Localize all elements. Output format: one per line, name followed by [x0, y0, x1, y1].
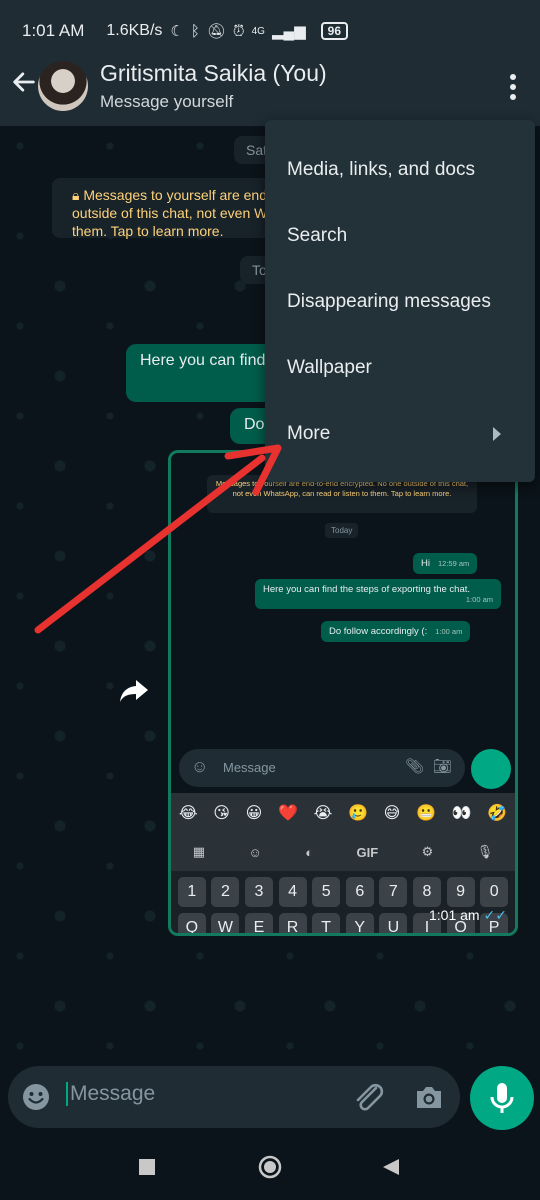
- preview-emoji: 🥲: [347, 805, 368, 822]
- menu-item-label: Media, links, and docs: [287, 159, 475, 180]
- preview-message-time: 1:00 am: [465, 595, 493, 604]
- back-arrow-icon[interactable]: [10, 68, 38, 96]
- preview-emoji: 😬: [415, 805, 436, 822]
- preview-gif-label: GIF: [356, 844, 379, 860]
- preview-emoji-icon: ☺: [191, 757, 209, 776]
- bluetooth-icon: ᛒ: [190, 22, 200, 40]
- preview-key: R: [278, 913, 307, 933]
- preview-emoji: 😂: [178, 805, 198, 822]
- menu-item-more[interactable]: More: [265, 401, 535, 467]
- preview-message: Do follow accordingly (: 1:00 am: [321, 621, 471, 642]
- preview-key: 5: [312, 877, 341, 907]
- preview-key: 1: [177, 877, 206, 907]
- message-text: Here you can find: [140, 352, 266, 369]
- preview-grid-icon: ▦: [192, 844, 206, 859]
- preview-key: 4: [278, 877, 307, 907]
- menu-item-disappearing-messages[interactable]: Disappearing messages: [265, 269, 535, 335]
- submenu-arrow-icon: [493, 427, 501, 441]
- preview-message-time: 1:00 am: [435, 627, 463, 636]
- attach-icon[interactable]: [352, 1082, 384, 1112]
- moon-icon: ☾: [170, 23, 184, 40]
- preview-message-text: Hi: [421, 558, 430, 569]
- mute-bell-icon: 🔕︎: [206, 23, 226, 40]
- lock-icon: 🔒︎: [72, 187, 84, 203]
- message-input[interactable]: Message: [66, 1082, 155, 1106]
- menu-item-search[interactable]: Search: [265, 203, 535, 269]
- back-nav-icon[interactable]: [382, 1158, 400, 1176]
- voice-message-button[interactable]: [470, 1066, 534, 1130]
- preview-message-input: ☺ Message 📎︎ 📷︎: [179, 749, 465, 787]
- menu-item-label: Wallpaper: [287, 357, 372, 378]
- image-time: 1:01 am: [429, 907, 480, 923]
- preview-emoji: 😭: [313, 805, 333, 822]
- preview-keyboard: 1 2 3 4 5 6 7 8 9 0 Q W E R T Y U I O P: [171, 871, 515, 933]
- menu-item-label: Disappearing messages: [287, 291, 491, 312]
- preview-key: 3: [244, 877, 273, 907]
- preview-key: 2: [211, 877, 240, 907]
- avatar[interactable]: [38, 61, 88, 111]
- preview-key: W: [211, 913, 240, 933]
- more-options-icon[interactable]: [506, 72, 520, 102]
- menu-item-label: More: [287, 423, 331, 444]
- preview-emoji: 😅: [383, 805, 401, 822]
- message-composer: Message: [8, 1066, 460, 1128]
- preview-message: Hi 12:59 am: [413, 553, 478, 574]
- system-nav-bar: [0, 1140, 540, 1200]
- menu-item-media-links-docs[interactable]: Media, links, and docs: [265, 137, 535, 203]
- message-text: Do: [244, 416, 265, 433]
- signal-icon: 4G: [251, 25, 265, 37]
- preview-message-text: Do follow accordingly (:: [329, 626, 428, 637]
- preview-input-placeholder: Message: [223, 760, 276, 775]
- preview-emoji: 🤣: [487, 805, 508, 822]
- contact-subtitle[interactable]: Message yourself: [100, 92, 233, 112]
- preview-emoji: 😘: [213, 805, 230, 822]
- menu-item-label: Search: [287, 225, 348, 246]
- preview-emoji: 👀: [451, 805, 472, 822]
- preview-message-text: Here you can find the steps of exporting…: [263, 584, 471, 595]
- recents-icon[interactable]: [138, 1158, 156, 1176]
- emoji-icon[interactable]: [22, 1083, 50, 1111]
- preview-palette-icon: ◐: [305, 844, 314, 860]
- camera-icon[interactable]: [414, 1084, 444, 1110]
- battery-icon: 96: [320, 22, 349, 40]
- preview-key: 7: [379, 877, 408, 907]
- signal-bars-icon: ▂▄▆: [271, 23, 306, 40]
- preview-mic-icon: [471, 749, 511, 789]
- forward-icon[interactable]: [118, 678, 150, 704]
- overflow-menu: Media, links, and docs Search Disappeari…: [265, 120, 535, 482]
- preview-message: Here you can find the steps of exporting…: [255, 579, 501, 609]
- preview-key: 9: [446, 877, 475, 907]
- preview-emoji: ❤️: [277, 805, 298, 822]
- contact-name[interactable]: Gritismita Saikia (You): [100, 60, 327, 87]
- alarm-icon: ⏰︎: [232, 22, 245, 40]
- preview-emoji: 😀: [245, 805, 263, 822]
- preview-keyboard-toolbar: ▦ ☺ ◐ GIF ⚙ 🎙︎: [171, 833, 515, 871]
- preview-settings-icon: ⚙: [421, 844, 434, 859]
- preview-key: Y: [345, 913, 374, 933]
- chat-header: Gritismita Saikia (You) Message yourself: [0, 48, 540, 126]
- preview-voice-icon: 🎙︎: [476, 844, 494, 859]
- preview-key: U: [379, 913, 408, 933]
- preview-key: 8: [412, 877, 441, 907]
- preview-sticker-icon: ☺: [248, 844, 262, 860]
- preview-key: 6: [345, 877, 374, 907]
- network-speed: 1.6KB/s: [106, 22, 163, 39]
- read-ticks-icon: ✓✓: [483, 907, 507, 923]
- preview-key: Q: [177, 913, 206, 933]
- image-timestamp: 1:01 am ✓✓: [429, 907, 507, 924]
- status-icons: ☾ ᛒ 🔕︎ ⏰︎ 4G ▂▄▆ 96: [170, 22, 349, 40]
- status-time: 1:01 AM: [22, 21, 85, 40]
- preview-today-pill: Today: [325, 523, 359, 538]
- preview-key: T: [312, 913, 341, 933]
- menu-item-wallpaper[interactable]: Wallpaper: [265, 335, 535, 401]
- image-message[interactable]: Messages to yourself are end-to-end encr…: [168, 450, 518, 936]
- preview-camera-icon: 📷︎: [433, 758, 453, 775]
- preview-emoji-row: 😂 😘 😀 ❤️ 😭 🥲 😅 😬 👀 🤣: [171, 793, 515, 833]
- preview-attach-icon: 📎︎: [405, 758, 425, 775]
- preview-message-time: 12:59 am: [437, 559, 470, 568]
- mic-icon: [490, 1083, 514, 1113]
- preview-key: 0: [480, 877, 509, 907]
- preview-key: E: [244, 913, 273, 933]
- home-icon[interactable]: [258, 1155, 282, 1179]
